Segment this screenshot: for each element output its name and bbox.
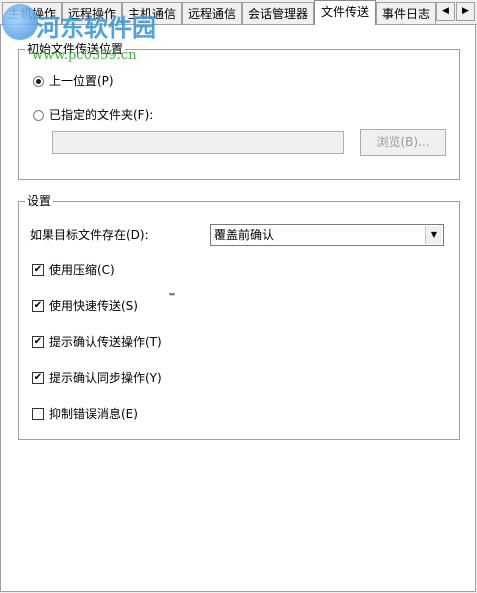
checkbox-confirm-transfer-label[interactable]: 提示确认传送操作(T): [49, 335, 162, 349]
arrow-right-icon: ▶: [462, 6, 469, 16]
tab-label: 主机通信: [127, 7, 176, 21]
tab-remote-operation[interactable]: 远程操作: [62, 2, 122, 24]
checkbox-confirm-sync[interactable]: ✔: [32, 372, 44, 384]
settings-group: 设置 如果目标文件存在(D): 覆盖前确认 ▼ ✔ 使用压缩(C) ✔ 使用快速…: [18, 194, 460, 440]
tab-host-communication[interactable]: 主机通信: [122, 2, 182, 24]
radio-specified-folder-label[interactable]: 已指定的文件夹(F):: [49, 108, 153, 122]
arrow-left-icon: ◀: [442, 6, 449, 16]
checkbox-confirm-transfer[interactable]: ✔: [32, 336, 44, 348]
checkbox-fast-transfer[interactable]: ✔: [32, 300, 44, 312]
browse-button[interactable]: 浏览(B)...: [360, 129, 446, 156]
tab-file-transfer[interactable]: 文件传送: [314, 0, 376, 25]
tab-host-operation[interactable]: 主机操作: [2, 2, 62, 24]
tab-bar: 主机操作 远程操作 主机通信 远程通信 会话管理器 文件传送 事件日志 ◀ ▶: [0, 0, 477, 25]
group-legend: 设置: [25, 194, 54, 208]
tab-scroll-right-button[interactable]: ▶: [456, 2, 475, 21]
file-transfer-panel: 初始文件传送位置 上一位置(P) 已指定的文件夹(F): 浏览(B)... 设置…: [0, 25, 476, 592]
tab-label: 主机操作: [7, 7, 56, 21]
if-exists-dropdown[interactable]: 覆盖前确认 ▼: [210, 224, 444, 246]
checkbox-fast-transfer-label[interactable]: 使用快速传送(S): [49, 299, 138, 313]
radio-previous-location[interactable]: [33, 76, 44, 87]
tab-label: 会话管理器: [247, 7, 308, 21]
tab-remote-communication[interactable]: 远程通信: [182, 2, 242, 24]
tab-scroll-left-button[interactable]: ◀: [436, 2, 455, 21]
tab-label: 事件日志: [381, 7, 430, 21]
checkbox-suppress-errors-label[interactable]: 抑制错误消息(E): [49, 407, 138, 421]
checkbox-confirm-sync-label[interactable]: 提示确认同步操作(Y): [49, 371, 162, 385]
checkbox-compression[interactable]: ✔: [32, 264, 44, 276]
chevron-down-icon[interactable]: ▼: [425, 226, 442, 244]
tab-label: 远程通信: [187, 7, 236, 21]
radio-selected-dot: [36, 79, 41, 84]
if-exists-label: 如果目标文件存在(D):: [30, 228, 149, 242]
radio-specified-folder[interactable]: [33, 110, 44, 121]
tab-label: 远程操作: [67, 7, 116, 21]
tab-label: 文件传送: [320, 5, 369, 19]
if-exists-value: 覆盖前确认: [214, 228, 275, 242]
initial-location-group: 初始文件传送位置 上一位置(P) 已指定的文件夹(F): 浏览(B)...: [18, 42, 460, 180]
trademark-symbol: ™: [168, 292, 176, 301]
checkbox-compression-label[interactable]: 使用压缩(C): [49, 263, 115, 277]
radio-previous-location-label[interactable]: 上一位置(P): [49, 74, 114, 88]
tab-event-log[interactable]: 事件日志: [376, 2, 436, 24]
group-legend: 初始文件传送位置: [25, 42, 126, 56]
checkbox-suppress-errors[interactable]: [32, 408, 44, 420]
tab-session-manager[interactable]: 会话管理器: [242, 2, 314, 24]
folder-path-field[interactable]: [52, 131, 344, 154]
